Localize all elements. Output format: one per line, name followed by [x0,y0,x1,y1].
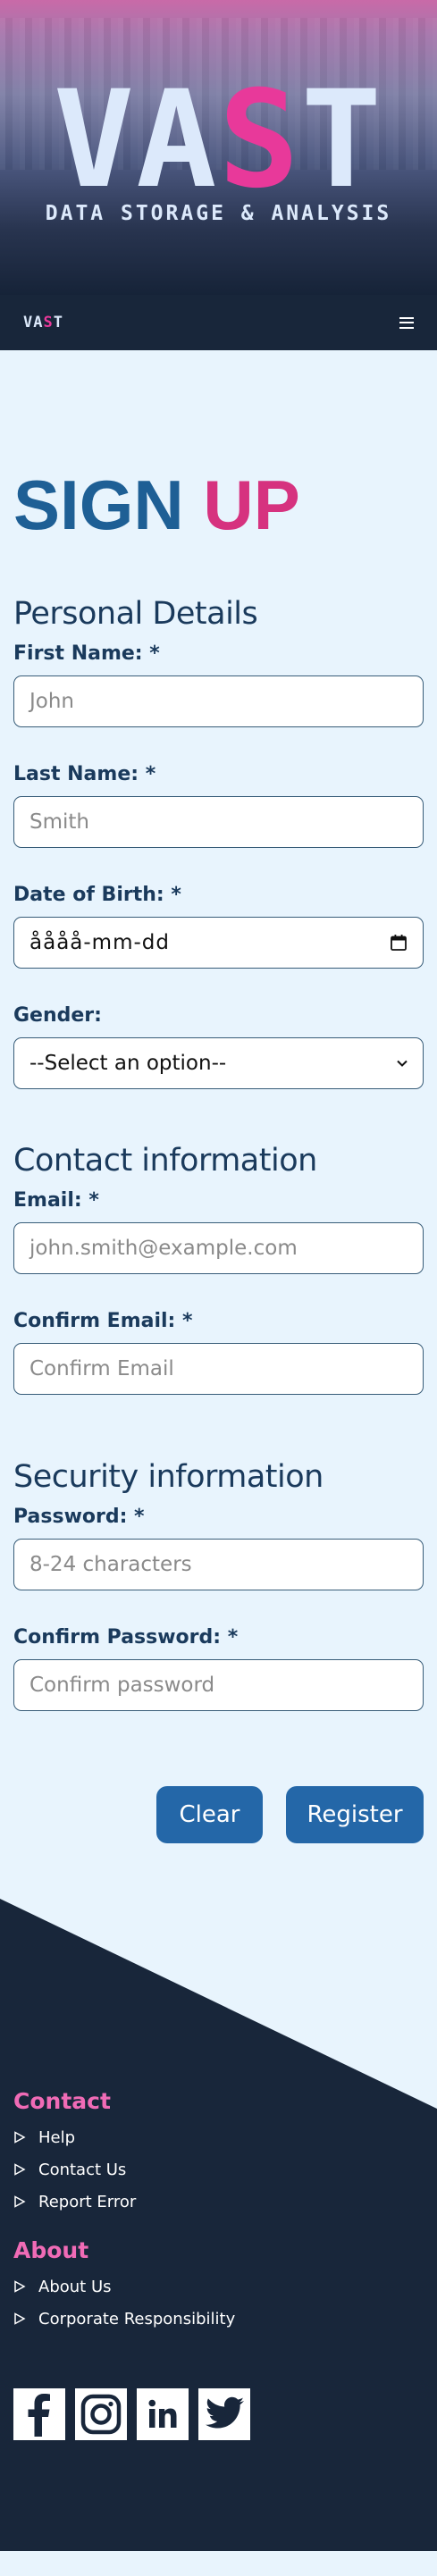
triangle-right-icon [14,2131,26,2144]
footer-link-label: About Us [38,2277,112,2296]
form-buttons: Clear Register [13,1786,424,1843]
password-input[interactable]: 8-24 characters [13,1539,424,1590]
page-title-main: SIGN [13,466,184,544]
email-label: Email: * [13,1189,99,1212]
nav-logo-accent: S [43,314,54,331]
hero-banner: VAST DATA STORAGE & ANALYSIS [0,0,437,295]
confirm-password-input[interactable]: Confirm password [13,1659,424,1711]
twitter-icon[interactable] [198,2388,250,2440]
last-name-input[interactable]: Smith [13,796,424,848]
confirm-email-input[interactable]: Confirm Email [13,1343,424,1395]
instagram-icon[interactable] [75,2388,127,2440]
clear-button[interactable]: Clear [156,1786,263,1843]
hero-logo: VAST [0,73,437,207]
hero-logo-prefix: VA [53,63,219,218]
signup-form: SIGN UP Personal Details First Name: * J… [0,469,437,1843]
footer-link-help[interactable]: Help [13,2121,437,2153]
footer-link-about-us[interactable]: About Us [13,2270,437,2303]
navbar: VAST [0,295,437,350]
confirm-password-label: Confirm Password: * [13,1626,239,1649]
hero-tagline: DATA STORAGE & ANALYSIS [45,202,392,225]
dob-label: Date of Birth: * [13,884,181,906]
triangle-right-icon [14,2280,26,2293]
calendar-icon[interactable] [390,934,408,952]
footer-content: Contact Help Contact Us Report Error Abo… [13,2088,437,2440]
first-name-label: First Name: * [13,642,160,665]
dob-value: åååå-mm-dd [29,931,170,954]
page-title: SIGN UP [13,469,424,541]
gender-selected-value: --Select an option-- [29,1052,227,1075]
footer-link-label: Contact Us [38,2160,127,2179]
triangle-right-icon [14,2195,26,2208]
footer-link-label: Corporate Responsibility [38,2309,236,2328]
confirm-email-label: Confirm Email: * [13,1310,193,1332]
triangle-right-icon [14,2312,26,2325]
hamburger-menu-icon[interactable] [399,316,414,329]
nav-logo-prefix: VA [23,314,44,331]
dob-input[interactable]: åååå-mm-dd [13,917,424,969]
hero-logo-suffix: T [300,63,384,218]
chevron-down-icon [397,1060,408,1067]
footer: Contact Help Contact Us Report Error Abo… [0,1899,437,2551]
footer-about-list: About Us Corporate Responsibility [13,2270,437,2335]
password-label: Password: * [13,1506,145,1528]
social-links [13,2388,437,2440]
nav-logo-suffix: T [53,314,63,331]
first-name-input[interactable]: John [13,675,424,727]
page-title-accent: UP [203,466,300,544]
footer-contact-heading: Contact [13,2088,111,2114]
footer-about-heading: About [13,2237,89,2263]
hero-logo-accent: S [218,63,301,218]
gender-select[interactable]: --Select an option-- [13,1037,424,1089]
register-button[interactable]: Register [286,1786,424,1843]
footer-link-label: Report Error [38,2192,137,2211]
footer-link-label: Help [38,2127,76,2147]
contact-information-heading: Contact information [13,1143,317,1179]
email-input[interactable]: john.smith@example.com [13,1222,424,1274]
security-information-heading: Security information [13,1459,324,1495]
last-name-label: Last Name: * [13,763,156,785]
footer-contact-list: Help Contact Us Report Error [13,2121,437,2218]
triangle-right-icon [14,2163,26,2176]
facebook-icon[interactable] [13,2388,65,2440]
footer-link-corporate-responsibility[interactable]: Corporate Responsibility [13,2303,437,2335]
linkedin-icon[interactable] [137,2388,189,2440]
personal-details-heading: Personal Details [13,596,258,632]
gender-label: Gender: [13,1004,102,1027]
footer-link-report-error[interactable]: Report Error [13,2186,437,2218]
nav-logo[interactable]: VAST [23,314,63,331]
footer-link-contact-us[interactable]: Contact Us [13,2153,437,2186]
